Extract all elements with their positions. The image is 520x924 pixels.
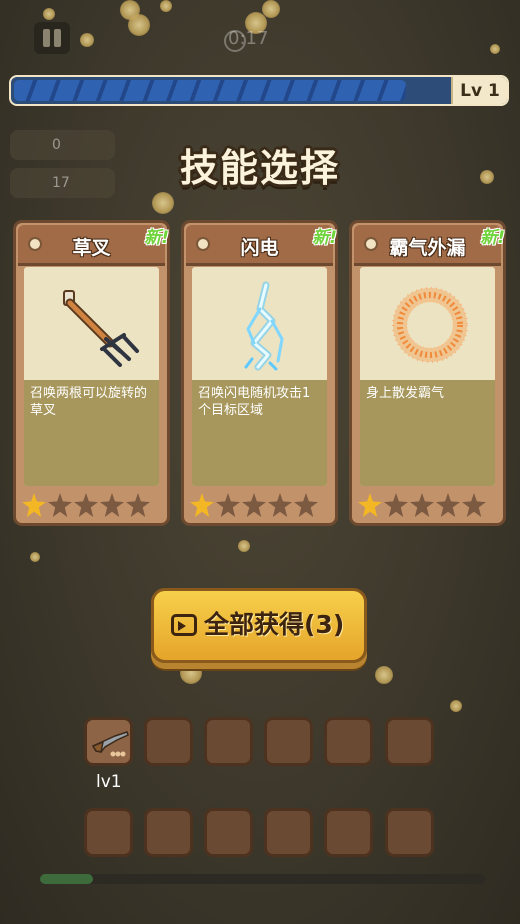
- get-all-label: 全部获得(3): [204, 610, 345, 639]
- star-empty-icon: [268, 493, 292, 517]
- skill-card-lightning[interactable]: 闪电 新! 召唤闪电随机攻击1个目标区域: [181, 220, 338, 526]
- bokeh-particle: [152, 192, 174, 214]
- aura-ring-icon: [392, 287, 468, 363]
- bokeh-particle: [80, 33, 94, 47]
- star-filled-icon: [190, 493, 214, 517]
- bokeh-particle: [375, 666, 393, 684]
- skill-card-aura[interactable]: 霸气外漏 新! 身上散发霸气: [349, 220, 506, 526]
- star-empty-icon: [126, 493, 150, 517]
- card-description: 身上散发霸气: [360, 380, 495, 486]
- card-title: 霸气外漏: [389, 237, 466, 259]
- star-filled-icon: [358, 493, 382, 517]
- weapon-level-label: lv1: [96, 772, 122, 792]
- star-empty-icon: [436, 493, 460, 517]
- star-empty-icon: [410, 493, 434, 517]
- new-badge: 新!: [480, 228, 505, 248]
- lightning-icon: [244, 281, 284, 371]
- star-filled-icon: [22, 493, 46, 517]
- star-rating: [190, 493, 318, 517]
- pitchfork-icon: [63, 290, 139, 367]
- star-empty-icon: [294, 493, 318, 517]
- inventory-slot[interactable]: [264, 717, 313, 766]
- bokeh-particle: [43, 8, 55, 20]
- card-title: 草叉: [72, 237, 111, 259]
- skill-card-pitchfork[interactable]: 草叉 新! 召唤两根可以旋转的草叉: [13, 220, 170, 526]
- bokeh-particle: [238, 540, 250, 552]
- page-title: 技能选择: [179, 146, 340, 190]
- inventory-slot[interactable]: [264, 808, 313, 857]
- star-empty-icon: [74, 493, 98, 517]
- new-badge: 新!: [312, 228, 337, 248]
- timer-text: 0:17: [228, 28, 269, 49]
- health-bar: [40, 874, 485, 884]
- card-description: 召唤闪电随机攻击1个目标区域: [192, 380, 327, 486]
- card-title: 闪电: [240, 237, 279, 259]
- star-rating: [358, 493, 486, 517]
- pause-button[interactable]: [34, 22, 70, 54]
- card-description: 召唤两根可以旋转的草叉: [24, 380, 159, 486]
- star-empty-icon: [216, 493, 240, 517]
- get-all-button[interactable]: 全部获得(3): [151, 588, 367, 663]
- star-empty-icon: [48, 493, 72, 517]
- inventory-slot[interactable]: [385, 717, 434, 766]
- video-camera-icon: [171, 614, 197, 636]
- inventory-slot[interactable]: [324, 717, 373, 766]
- bokeh-particle: [180, 662, 202, 684]
- inventory-slot[interactable]: [144, 717, 193, 766]
- bokeh-particle: [160, 0, 172, 12]
- health-bar-fill: [40, 874, 93, 884]
- inventory-slot[interactable]: [84, 808, 133, 857]
- xp-bar-fill: [14, 80, 406, 101]
- inventory-slot[interactable]: [324, 808, 373, 857]
- inventory-slot[interactable]: [204, 808, 253, 857]
- bokeh-particle: [128, 14, 150, 36]
- inventory-slot[interactable]: [385, 808, 434, 857]
- bokeh-particle: [490, 44, 500, 54]
- bokeh-particle: [30, 552, 40, 562]
- star-rating: [22, 493, 150, 517]
- inventory-slot[interactable]: [144, 808, 193, 857]
- level-badge: Lv 1: [451, 77, 507, 104]
- xp-bar: Lv 1: [9, 75, 509, 106]
- shotgun-icon: [91, 731, 129, 757]
- new-badge: 新!: [144, 228, 169, 248]
- star-empty-icon: [242, 493, 266, 517]
- bokeh-particle: [262, 0, 280, 18]
- weapon-slot[interactable]: [84, 717, 133, 766]
- bokeh-particle: [450, 700, 462, 712]
- star-empty-icon: [384, 493, 408, 517]
- inventory-slot[interactable]: [204, 717, 253, 766]
- card-header: 霸气外漏 新!: [354, 225, 505, 266]
- card-header: 草叉 新!: [18, 225, 169, 266]
- card-header: 闪电 新!: [186, 225, 337, 266]
- star-empty-icon: [100, 493, 124, 517]
- star-empty-icon: [462, 493, 486, 517]
